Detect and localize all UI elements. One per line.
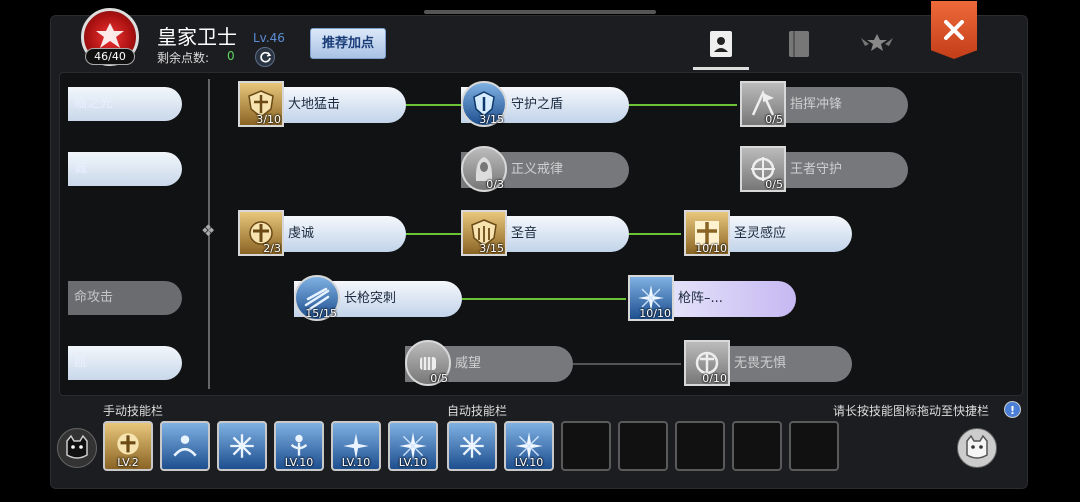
- starburst-icon: 10/10: [628, 275, 674, 321]
- skill-count: 0/3: [486, 178, 504, 191]
- skill-count: 3/15: [479, 242, 504, 255]
- shield-cross-icon: 3/10: [238, 81, 284, 127]
- radiant-cross-icon: 10/10: [684, 210, 730, 256]
- skill-count: 2/3: [263, 242, 281, 255]
- recommend-points-button[interactable]: 推荐加点: [310, 28, 386, 59]
- burst-arrows-icon: [449, 423, 495, 469]
- tab-book[interactable]: [771, 24, 827, 64]
- prestige-fist-icon: 0/5: [405, 340, 451, 386]
- class-level: Lv.46: [253, 31, 285, 45]
- tab-emblem[interactable]: [849, 24, 905, 64]
- skill-count: 3/10: [256, 113, 281, 126]
- top-status-indicator: [424, 10, 656, 14]
- skill-count: 0/5: [765, 113, 783, 126]
- skill-node[interactable]: 虔诚 2/3: [238, 210, 406, 256]
- connector-2-3: [625, 104, 737, 106]
- skill-tree: ❖ 临之光 诚 命攻击 瓯 大地猛击 3/10 守护之盾 3/15 指挥冲锋 0…: [59, 72, 1023, 396]
- spear-thrust-icon: 15/15: [294, 275, 340, 321]
- close-button[interactable]: [931, 1, 977, 59]
- manual-slot-3[interactable]: [217, 421, 267, 471]
- skill-node[interactable]: 大地猛击 3/10: [238, 81, 406, 127]
- manual-slot-2[interactable]: [160, 421, 210, 471]
- auto-slot-2[interactable]: LV.10: [504, 421, 554, 471]
- skill-node[interactable]: 圣音 3/15: [461, 210, 629, 256]
- skill-count: 0/5: [430, 372, 448, 385]
- auto-slot-5[interactable]: [675, 421, 725, 471]
- skill-count: 0/10: [702, 372, 727, 385]
- slot-level: LV.10: [398, 456, 428, 469]
- connector-6-7: [402, 233, 464, 235]
- guard-shield-icon: 3/15: [461, 81, 507, 127]
- skill-count: 15/15: [305, 307, 337, 320]
- crosshair-shield-icon: 0/5: [740, 146, 786, 192]
- skill-book-icon: [710, 31, 732, 57]
- manual-slot-4[interactable]: LV.10: [274, 421, 324, 471]
- slot-level: LV.10: [341, 456, 371, 469]
- connector-7-8: [625, 233, 681, 235]
- info-icon[interactable]: !: [1004, 401, 1021, 418]
- panel-header: 46/40 皇家卫士 Lv.46 剩余点数: 0 推荐加点: [51, 1, 1027, 72]
- fearless-emblem-icon: 0/10: [684, 340, 730, 386]
- left-skill-4[interactable]: 瓯: [68, 346, 182, 380]
- skill-count: 3/15: [479, 113, 504, 126]
- auto-slot-7[interactable]: [789, 421, 839, 471]
- tab-skills[interactable]: [693, 24, 749, 64]
- book-icon: [789, 31, 809, 57]
- auto-skillbar-label: 自动技能栏: [447, 404, 508, 418]
- manual-slot-6[interactable]: LV.10: [388, 421, 438, 471]
- auto-slot-4[interactable]: [618, 421, 668, 471]
- connector-1-2: [402, 104, 464, 106]
- cat-face-icon: [66, 434, 88, 459]
- skill-panel: 46/40 皇家卫士 Lv.46 剩余点数: 0 推荐加点 ❖ 临之光 诚 命攻…: [50, 1, 1028, 489]
- skill-node[interactable]: 圣灵感应 10/10: [684, 210, 852, 256]
- manual-skillbar-label: 手动技能栏: [103, 404, 164, 418]
- left-skill-3[interactable]: 命攻击: [68, 281, 182, 315]
- skill-node[interactable]: 无畏无惧 0/10: [684, 340, 852, 386]
- holy-cross-icon: 2/3: [238, 210, 284, 256]
- skill-count: 10/10: [639, 307, 671, 320]
- skill-node[interactable]: 正义戒律 0/3: [461, 146, 629, 192]
- skill-node[interactable]: 枪阵–... 10/10: [628, 275, 796, 321]
- holy-shield-icon: 3/15: [461, 210, 507, 256]
- auto-slot-1[interactable]: [447, 421, 497, 471]
- connector-11-12: [569, 363, 681, 365]
- divider-ornament-icon: ❖: [201, 221, 216, 240]
- skill-node[interactable]: 指挥冲锋 0/5: [740, 81, 908, 127]
- level-badge: 46/40: [85, 48, 135, 65]
- class-name: 皇家卫士: [157, 25, 237, 49]
- healing-figure-icon: [162, 423, 208, 469]
- remaining-points-value: 0: [227, 49, 235, 63]
- manual-slot-1[interactable]: LV.2: [103, 421, 153, 471]
- winged-emblem-icon: [861, 34, 893, 51]
- left-skill-2[interactable]: 诚: [68, 152, 182, 186]
- manual-slot-5[interactable]: LV.10: [331, 421, 381, 471]
- cat-face-icon: [966, 434, 988, 459]
- left-pet-button[interactable]: [57, 428, 97, 468]
- close-icon: [944, 20, 964, 40]
- skill-node[interactable]: 长枪突刺 15/15: [294, 275, 462, 321]
- charge-banner-icon: 0/5: [740, 81, 786, 127]
- drag-hint: 请长按技能图标拖动至快捷栏: [833, 404, 990, 418]
- skill-node[interactable]: 守护之盾 3/15: [461, 81, 629, 127]
- slot-level: LV.10: [284, 456, 314, 469]
- skill-node[interactable]: 王者守护 0/5: [740, 146, 908, 192]
- slot-level: LV.10: [514, 456, 544, 469]
- refresh-icon: [259, 51, 271, 62]
- slot-level: LV.2: [117, 456, 139, 469]
- burst-arrows-icon: [219, 423, 265, 469]
- skill-node[interactable]: 威望 0/5: [405, 340, 573, 386]
- remaining-points-label: 剩余点数:: [157, 51, 210, 65]
- skill-count: 10/10: [695, 242, 727, 255]
- auto-slot-3[interactable]: [561, 421, 611, 471]
- active-tab-indicator: [693, 67, 749, 70]
- skill-count: 0/5: [765, 178, 783, 191]
- left-skill-1[interactable]: 临之光: [68, 87, 182, 121]
- hooded-figure-icon: 0/3: [461, 146, 507, 192]
- reset-points-button[interactable]: [255, 47, 275, 67]
- connector-9-10: [458, 298, 626, 300]
- right-pet-button[interactable]: [957, 428, 997, 468]
- auto-slot-6[interactable]: [732, 421, 782, 471]
